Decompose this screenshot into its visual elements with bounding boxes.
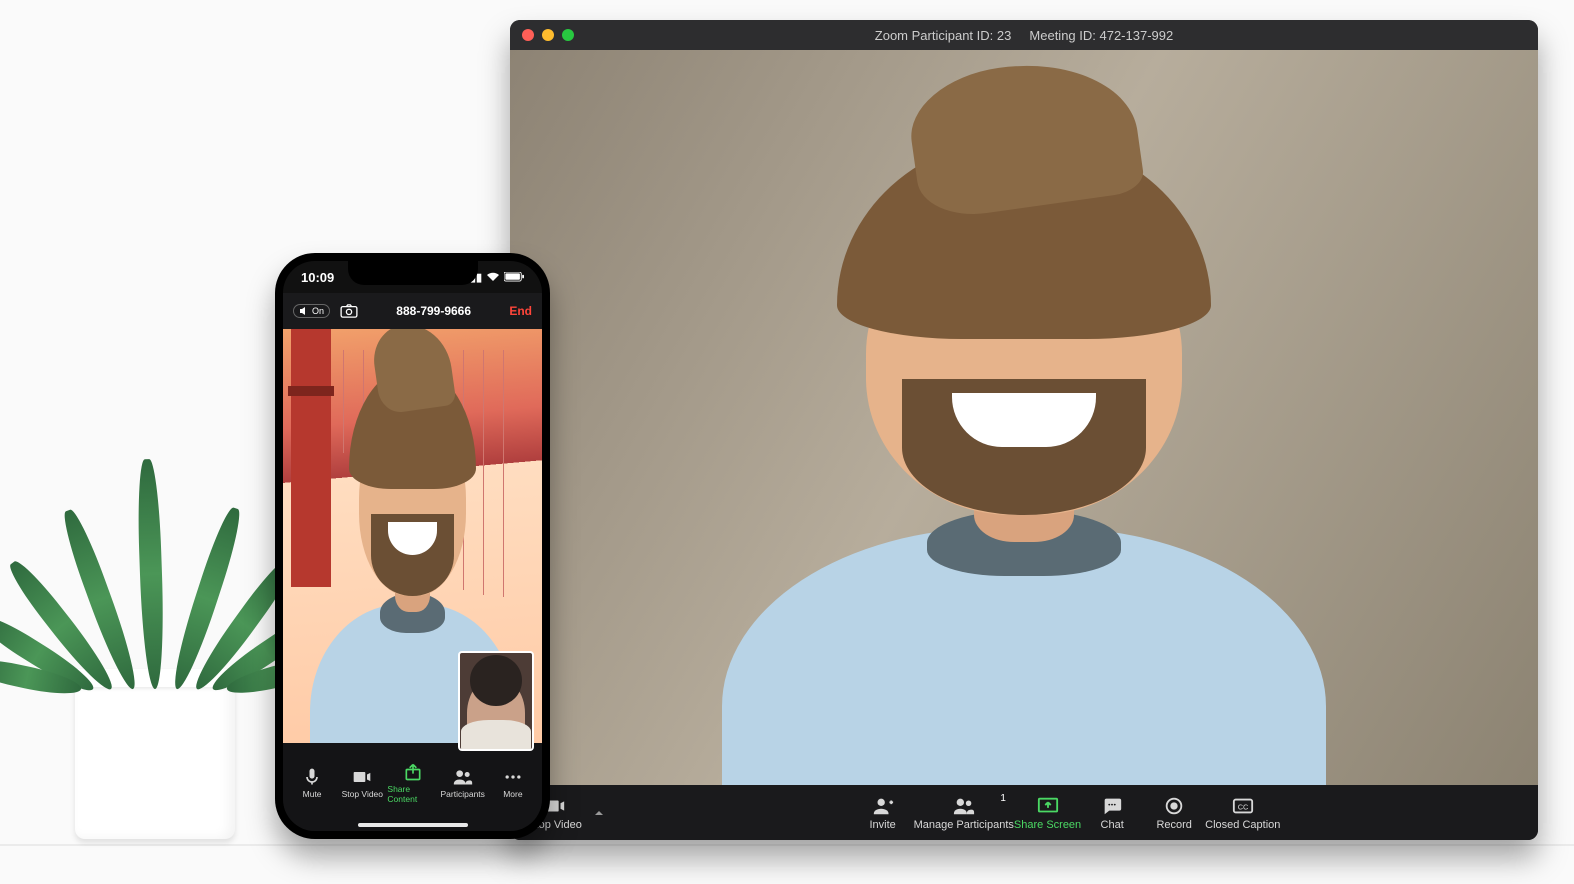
phone-more-label: More [503,789,522,799]
zoom-phone-device: 10:09 ▮▮▮▮ On 888-799-9666 End [275,253,550,839]
home-indicator[interactable] [358,823,468,827]
chat-icon [1101,795,1123,817]
participants-count-badge: 1 [1000,793,1006,804]
speaker-icon [299,306,309,316]
end-call-button[interactable]: End [509,304,532,318]
speaker-toggle[interactable]: On [293,304,330,318]
phone-participants-button[interactable]: Participants [438,767,488,799]
phone-notch [348,261,478,285]
svg-text:CC: CC [1237,802,1248,811]
microphone-icon [302,767,322,787]
manage-participants-label: Manage Participants [914,819,1014,831]
phone-stop-video-label: Stop Video [342,789,383,799]
invite-button[interactable]: Invite [852,795,914,831]
share-screen-button[interactable]: Share Screen [1014,795,1081,831]
phone-call-header: On 888-799-9666 End [283,293,542,329]
video-camera-icon [352,767,372,787]
chat-label: Chat [1101,819,1124,831]
record-label: Record [1156,819,1191,831]
phone-participants-label: Participants [441,789,485,799]
phone-meeting-toolbar: Mute Stop Video Share Content Participan… [283,743,542,831]
decorative-plant [30,419,280,839]
window-minimize-icon[interactable] [542,29,554,41]
video-options-caret-icon[interactable] [594,808,604,818]
zoom-desktop-window: Zoom Participant ID: 23 Meeting ID: 472-… [510,20,1538,840]
manage-participants-button[interactable]: 1 Manage Participants [914,795,1014,831]
self-view-person [467,677,525,749]
wifi-icon [486,272,500,282]
switch-camera-icon[interactable] [340,304,358,318]
share-screen-icon [1037,795,1059,817]
phone-share-content-button[interactable]: Share Content [387,762,437,804]
more-dots-icon [503,767,523,787]
phone-mute-button[interactable]: Mute [287,767,337,799]
meeting-toolbar: Stop Video Invite 1 Manage Participants … [510,785,1538,840]
window-zoom-icon[interactable] [562,29,574,41]
call-number: 888-799-9666 [368,304,499,318]
invite-label: Invite [869,819,895,831]
participant-video-person [664,109,1384,785]
closed-caption-button[interactable]: CC Closed Caption [1205,795,1280,831]
plant-pot [75,669,235,839]
main-video-feed [510,50,1538,785]
share-up-icon [403,762,423,782]
status-time: 10:09 [301,270,334,285]
phone-stop-video-button[interactable]: Stop Video [337,767,387,799]
share-screen-label: Share Screen [1014,819,1081,831]
shelf-shadow [0,844,1574,846]
chat-button[interactable]: Chat [1081,795,1143,831]
closed-caption-label: Closed Caption [1205,819,1280,831]
participants-icon [953,795,975,817]
meeting-id-label: Meeting ID: 472-137-992 [1029,28,1173,43]
record-icon [1163,795,1185,817]
self-view-thumbnail[interactable] [458,651,534,751]
participant-id-label: Zoom Participant ID: 23 [875,28,1012,43]
closed-caption-icon: CC [1232,795,1254,817]
invite-icon [872,795,894,817]
battery-icon [504,272,524,282]
participants-icon [453,767,473,787]
window-close-icon[interactable] [522,29,534,41]
record-button[interactable]: Record [1143,795,1205,831]
window-titlebar: Zoom Participant ID: 23 Meeting ID: 472-… [510,20,1538,50]
phone-screen: 10:09 ▮▮▮▮ On 888-799-9666 End [283,261,542,831]
phone-more-button[interactable]: More [488,767,538,799]
phone-share-content-label: Share Content [387,784,437,804]
phone-mute-label: Mute [303,789,322,799]
speaker-on-label: On [312,306,324,316]
